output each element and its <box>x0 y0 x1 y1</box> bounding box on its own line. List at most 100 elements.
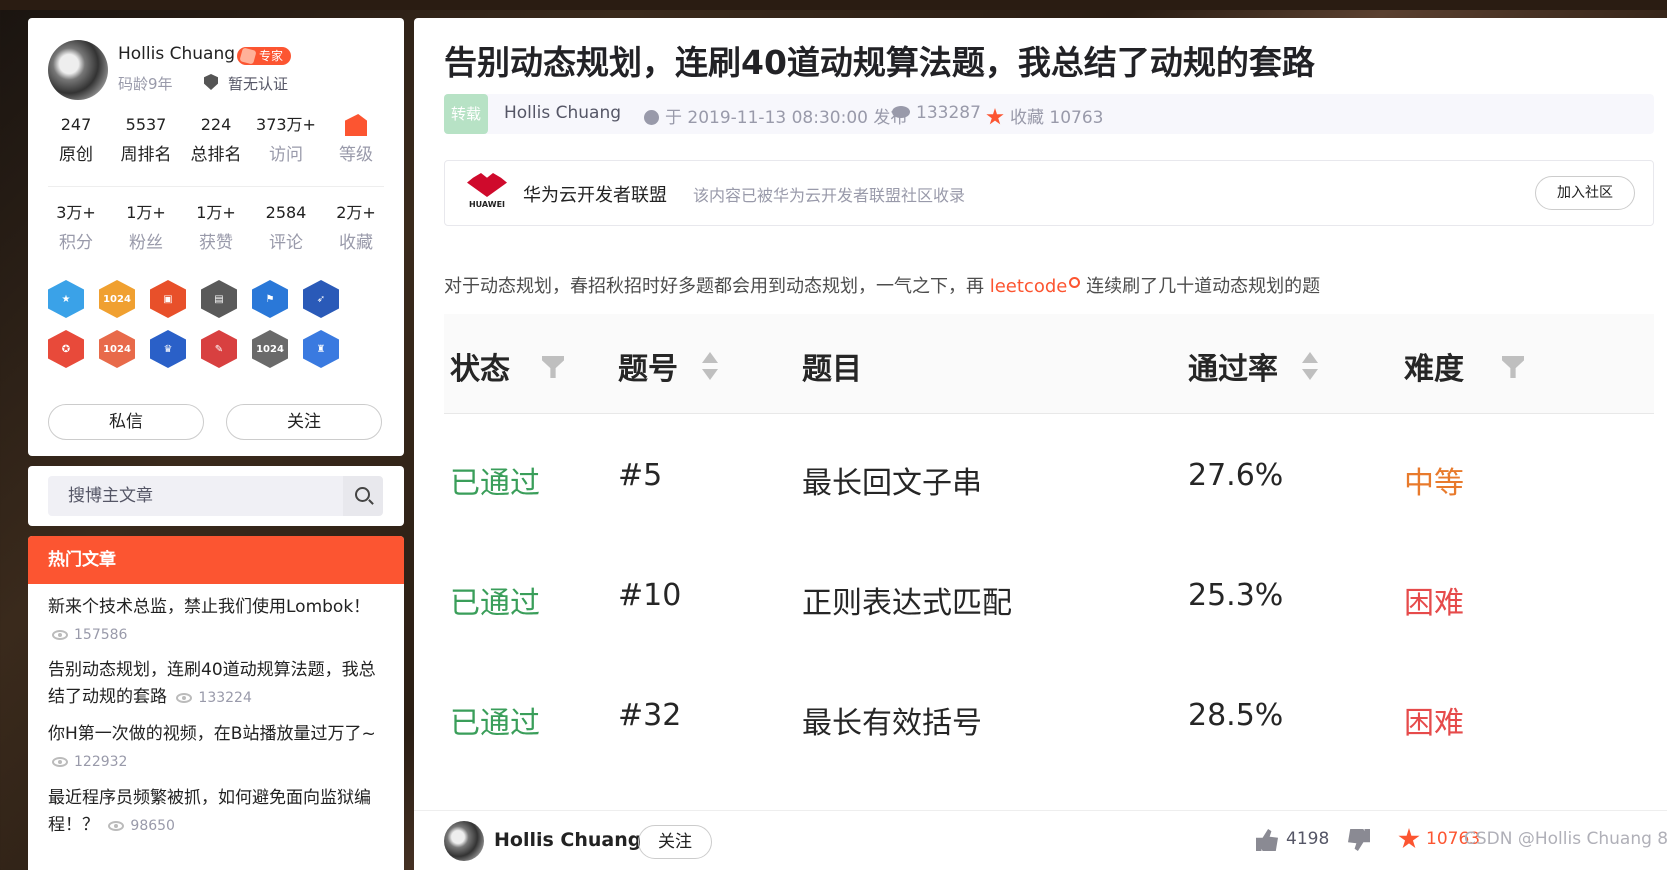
stat-comments: 2584 评论 <box>256 202 316 254</box>
eye-icon <box>108 821 125 831</box>
1024-badge-icon[interactable]: 1024 <box>252 330 288 368</box>
filter-icon <box>542 356 564 378</box>
clock-icon <box>644 110 659 125</box>
hot-article-title[interactable]: 最近程序员频繁被抓，如何避免面向监狱编程！？ <box>48 788 371 835</box>
crown-badge-icon[interactable]: ♛ <box>150 330 186 368</box>
author-name[interactable]: Hollis Chuang <box>494 829 641 851</box>
star-icon[interactable] <box>1398 828 1420 849</box>
difficulty-cell: 中等 <box>1404 466 1464 501</box>
pen-badge-icon[interactable]: ✎ <box>201 330 237 368</box>
community-desc: 该内容已被华为云开发者联盟社区收录 <box>693 186 966 205</box>
table-row: 已通过 #10 正则表达式匹配 25.3% 困难 <box>444 536 1654 656</box>
author-name[interactable]: Hollis Chuang <box>118 44 235 64</box>
box-badge-icon[interactable]: ▤ <box>201 280 237 318</box>
stats-row-1: 247 原创 5537 周排名 224 总排名 373万+ 访问 等级 <box>46 114 386 166</box>
hot-article-title[interactable]: 新来个技术总监，禁止我们使用Lombok！ <box>48 597 370 617</box>
stat-label: 访问 <box>269 145 303 165</box>
author-avatar[interactable] <box>444 821 484 861</box>
huawei-logo-text: HUAWEI <box>468 200 506 209</box>
stat-favorites: 2万+ 收藏 <box>326 202 386 254</box>
status-cell: 已通过 <box>450 586 540 621</box>
search-input[interactable] <box>48 476 343 516</box>
publish-time-text: 于 2019-11-13 08:30:00 发布 <box>665 108 908 128</box>
hot-article-item[interactable]: 最近程序员频繁被抓，如何避免面向监狱编程！？ 98650 <box>48 785 388 840</box>
stat-weekly-rank[interactable]: 5537 周排名 <box>116 114 176 166</box>
message-button[interactable]: 私信 <box>48 404 204 440</box>
stat-level[interactable]: 等级 <box>326 114 386 166</box>
eye-icon <box>52 757 68 767</box>
rocket-badge-icon[interactable]: ➶ <box>303 280 339 318</box>
thumbs-down-icon[interactable] <box>1348 829 1370 851</box>
top-strip <box>0 0 1667 10</box>
medal-badge-icon[interactable]: ✪ <box>48 330 84 368</box>
stat-value: 1万+ <box>196 203 236 222</box>
hot-article-item[interactable]: 新来个技术总监，禁止我们使用Lombok！ 157586 <box>48 594 388 649</box>
eye-icon <box>892 106 910 118</box>
1024-badge-icon[interactable]: 1024 <box>99 280 135 318</box>
community-name[interactable]: 华为云开发者联盟 <box>523 181 667 207</box>
difficulty-cell: 困难 <box>1404 706 1464 741</box>
id-cell: #32 <box>618 698 682 733</box>
view-count-value: 133224 <box>198 690 252 706</box>
article-main: 告别动态规划，连刷40道动规算法题，我总结了动规的套路 转载 Hollis Ch… <box>414 18 1667 870</box>
hot-article-item[interactable]: 你H第一次做的视频，在B站播放量过万了~ 122932 <box>48 721 388 776</box>
flag-badge-icon[interactable]: ⚑ <box>252 280 288 318</box>
article-views: 133287 <box>892 103 981 123</box>
filter-icon <box>1502 356 1524 378</box>
hot-articles-header: 热门文章 <box>28 536 404 584</box>
search-button[interactable] <box>343 476 383 516</box>
author-avatar[interactable] <box>48 40 108 100</box>
hot-article-item[interactable]: 告别动态规划，连刷40道动规算法题，我总结了动规的套路 133224 <box>48 657 388 712</box>
bottom-toolbar: Hollis Chuang 关注 4198 10763 CSDN @Hollis… <box>414 810 1667 870</box>
status-cell: 已通过 <box>450 706 540 741</box>
follow-button[interactable]: 关注 <box>638 825 712 859</box>
blog-search-card <box>28 466 404 526</box>
expert-badge: 专家 <box>237 47 292 65</box>
join-community-button[interactable]: 加入社区 <box>1535 176 1635 210</box>
eye-icon <box>52 630 68 640</box>
rate-cell: 25.3% <box>1188 578 1284 613</box>
article-author-link[interactable]: Hollis Chuang <box>504 103 621 123</box>
stat-value: 247 <box>60 115 92 134</box>
leetcode-link[interactable]: leetcode <box>990 276 1081 297</box>
thumbs-up-icon[interactable] <box>1256 829 1278 851</box>
author-profile-card: Hollis Chuang 专家 码龄9年 暂无认证 247 原创 5537 周… <box>28 18 404 456</box>
achievement-badges: ★ 1024 ▣ ▤ ⚑ ➶ ✪ 1024 ♛ ✎ 1024 ♜ <box>48 280 378 368</box>
id-cell: #10 <box>618 578 682 613</box>
title-cell: 最长有效括号 <box>802 706 982 741</box>
difficulty-cell: 困难 <box>1404 586 1464 621</box>
stat-likes: 1万+ 获赞 <box>186 202 246 254</box>
community-banner: HUAWEI 华为云开发者联盟 该内容已被华为云开发者联盟社区收录 加入社区 <box>444 160 1654 226</box>
stat-value: 1万+ <box>126 203 166 222</box>
divider <box>48 186 384 187</box>
intro-text: 对于动态规划，春招秋招时好多题都会用到动态规划，一气之下，再 <box>444 276 990 297</box>
stat-original[interactable]: 247 原创 <box>46 114 106 166</box>
stat-total-rank[interactable]: 224 总排名 <box>186 114 246 166</box>
header-id: 题号 <box>618 352 678 387</box>
table-row: 已通过 #5 最长回文子串 27.6% 中等 <box>444 416 1654 536</box>
stat-visits: 373万+ 访问 <box>256 114 316 166</box>
hot-article-title[interactable]: 你H第一次做的视频，在B站播放量过万了~ <box>48 724 376 744</box>
sort-icon <box>702 352 718 380</box>
view-count: 157586 <box>52 627 127 643</box>
stat-label: 积分 <box>59 233 93 253</box>
trophy-badge-icon[interactable]: ♜ <box>303 330 339 368</box>
stat-value: 224 <box>200 115 232 134</box>
publish-time: 于 2019-11-13 08:30:00 发布 <box>644 103 907 128</box>
stat-label: 收藏 <box>339 233 373 253</box>
stat-label: 等级 <box>339 145 373 165</box>
star-badge-icon[interactable]: ★ <box>48 280 84 318</box>
leetcode-link-text: leetcode <box>989 276 1068 297</box>
article-meta-bar: 转载 Hollis Chuang 于 2019-11-13 08:30:00 发… <box>444 94 1654 134</box>
stat-value: 5537 <box>125 115 167 134</box>
article-favorites[interactable]: 收藏 10763 <box>986 103 1103 128</box>
stat-value: 2584 <box>265 203 307 222</box>
title-cell: 最长回文子串 <box>802 466 982 501</box>
gift-badge-icon[interactable]: ▣ <box>150 280 186 318</box>
header-rate: 通过率 <box>1188 352 1278 387</box>
1024-badge-icon[interactable]: 1024 <box>99 330 135 368</box>
csdn-watermark: CSDN @Hollis Chuang 852 <box>1464 829 1667 849</box>
stat-value: 2万+ <box>336 203 376 222</box>
follow-button[interactable]: 关注 <box>226 404 382 440</box>
stat-fans[interactable]: 1万+ 粉丝 <box>116 202 176 254</box>
